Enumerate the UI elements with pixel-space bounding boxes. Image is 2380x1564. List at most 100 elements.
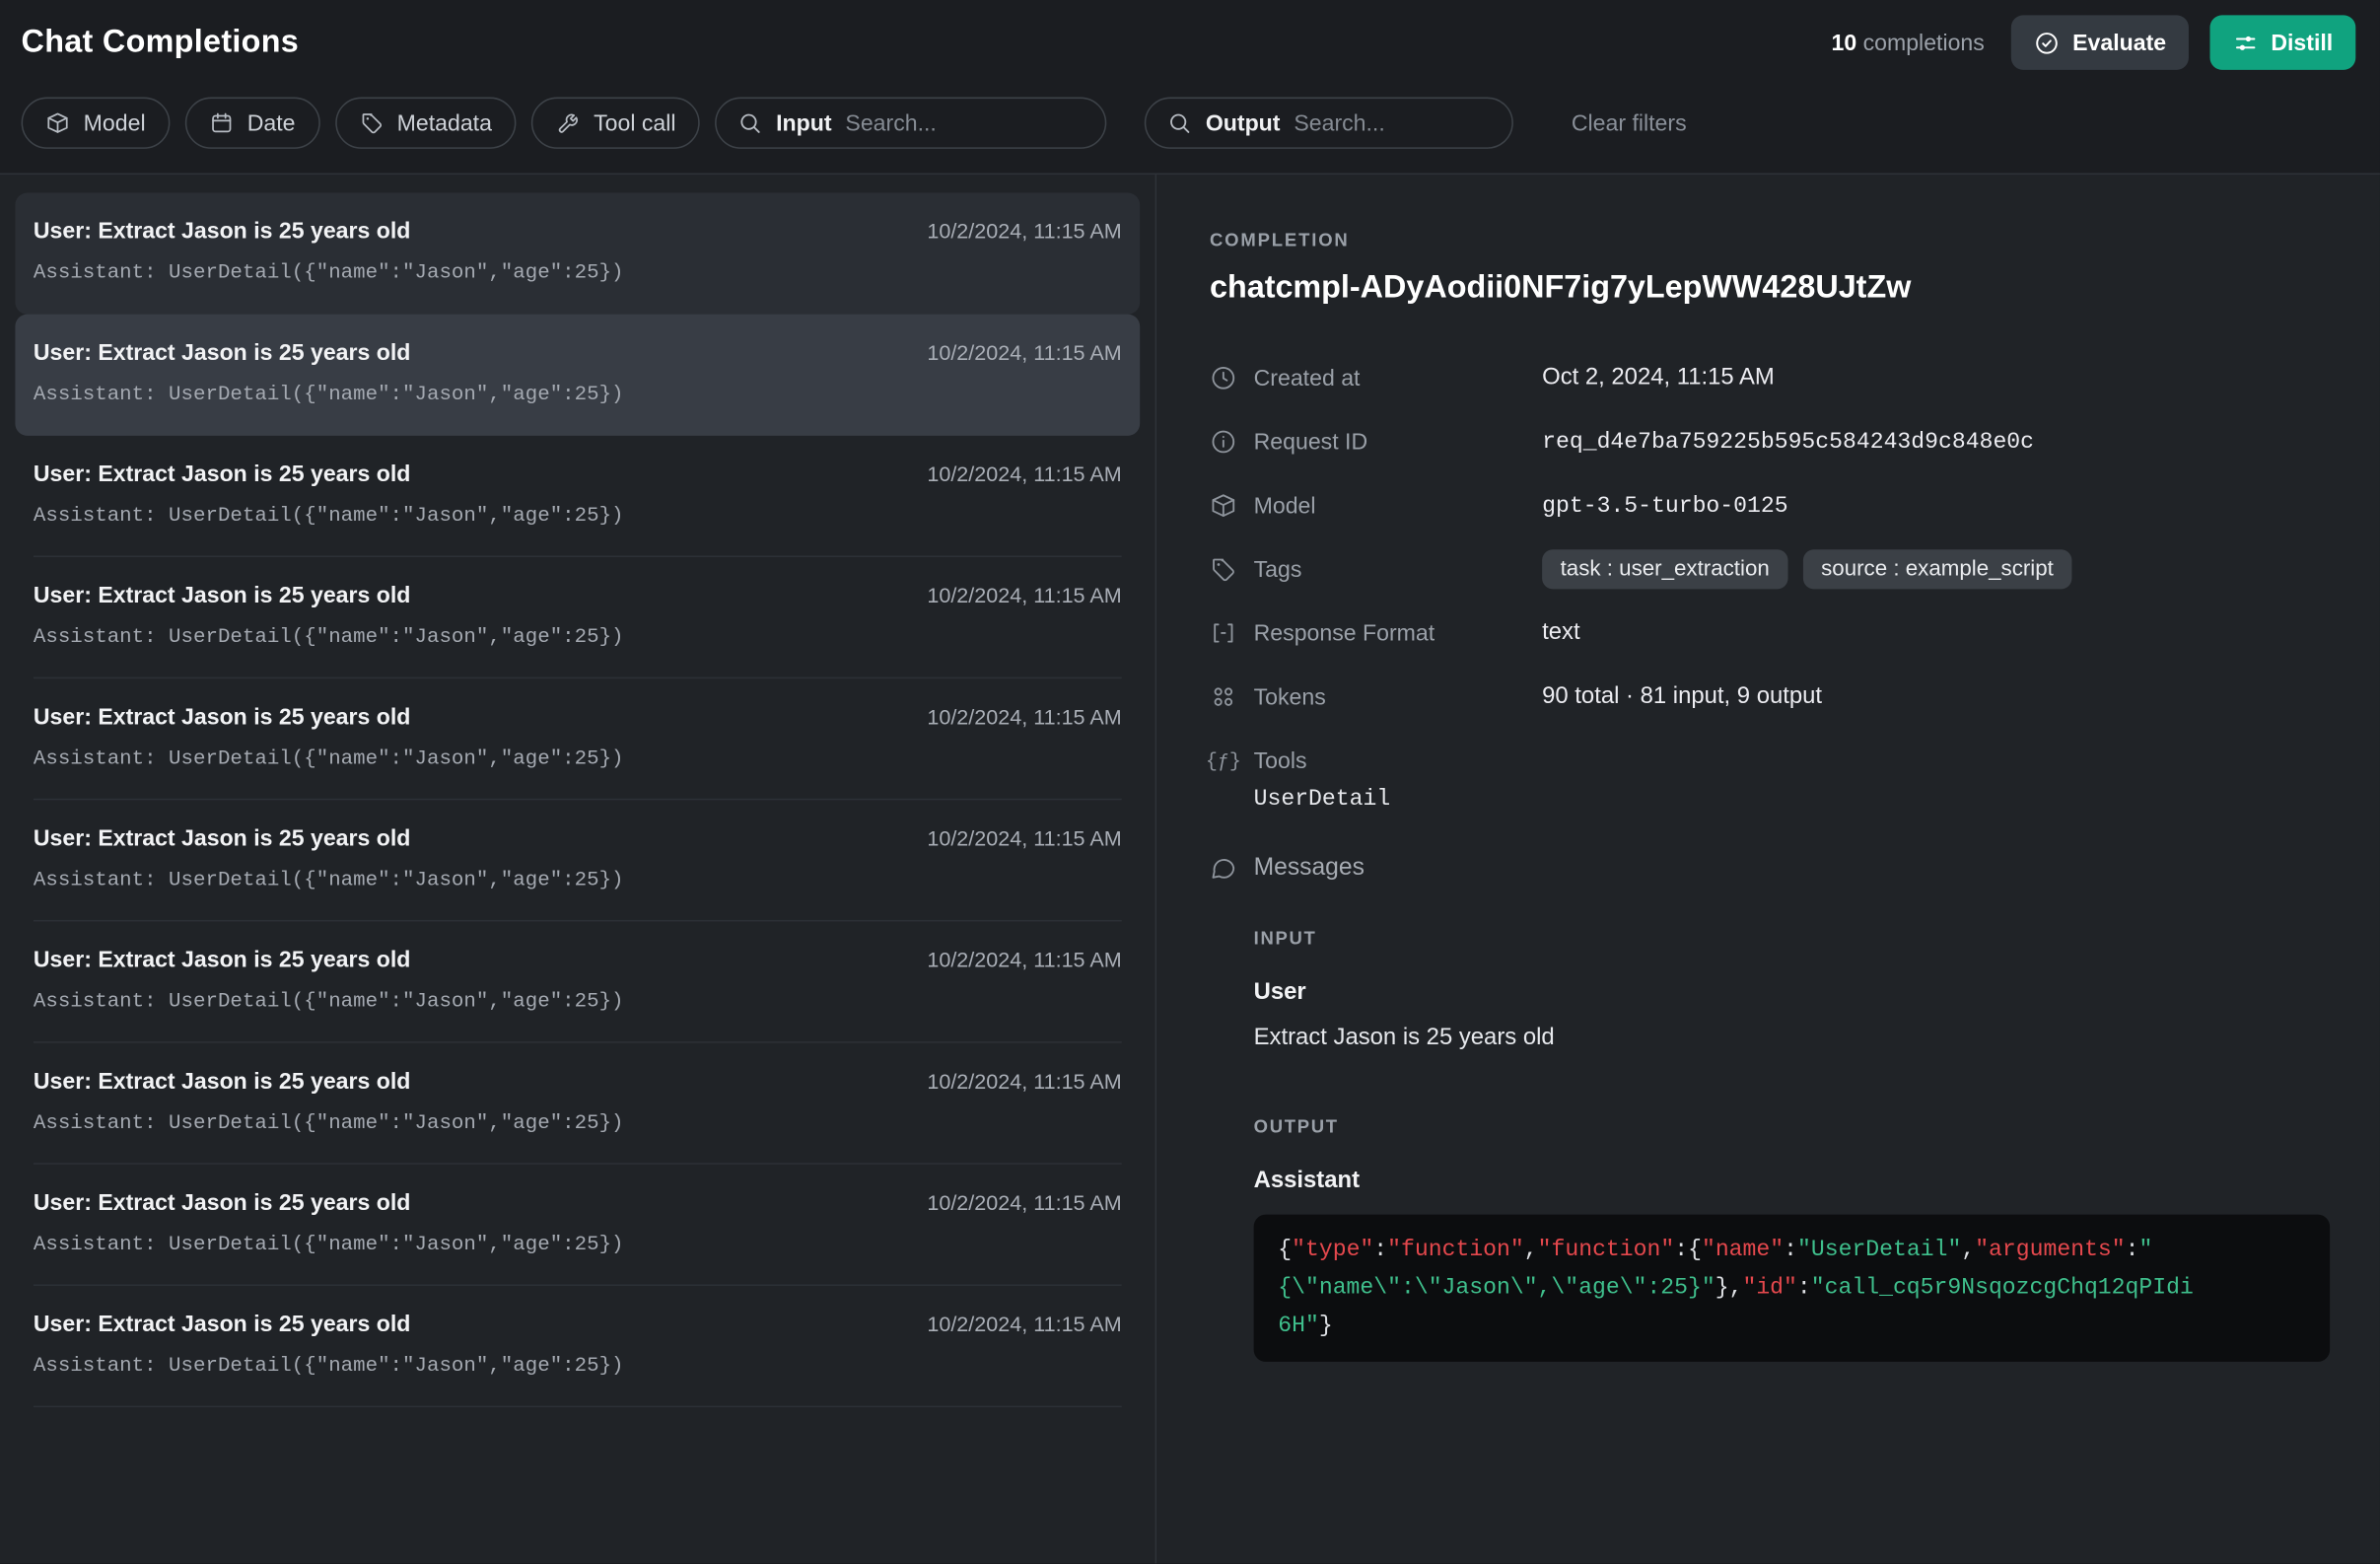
tools-label: Tools: [1254, 747, 1543, 773]
list-item-user: User: Extract Jason is 25 years old: [34, 1066, 411, 1100]
list-item[interactable]: User: Extract Jason is 25 years old 10/2…: [15, 1043, 1140, 1165]
info-circle-icon: [1210, 428, 1237, 456]
search-icon: [738, 110, 763, 135]
list-item[interactable]: User: Extract Jason is 25 years old 10/2…: [15, 1286, 1140, 1407]
distill-button-label: Distill: [2271, 30, 2333, 55]
output-section-label: OUTPUT: [1254, 1116, 2335, 1138]
input-search-field[interactable]: [845, 110, 1084, 136]
output-search[interactable]: Output: [1145, 98, 1513, 149]
list-item[interactable]: User: Extract Jason is 25 years old 10/2…: [15, 436, 1140, 557]
list-item-content: User: Extract Jason is 25 years old 10/2…: [34, 1066, 1122, 1165]
braces-function-icon: {ƒ}: [1210, 749, 1237, 772]
list-item-user: User: Extract Jason is 25 years old: [34, 216, 411, 249]
response-format-field: Response Format text: [1210, 613, 2335, 653]
distill-button[interactable]: Distill: [2210, 15, 2356, 69]
input-search[interactable]: Input: [716, 98, 1107, 149]
input-section-label: INPUT: [1254, 928, 2335, 950]
model-field: Model gpt-3.5-turbo-0125: [1210, 486, 2335, 526]
output-search-label: Output: [1206, 110, 1281, 136]
list-item-timestamp: 10/2/2024, 11:15 AM: [927, 1312, 1121, 1336]
code-line: {\"name\":\"Jason\",\"age\":25}"},"id":"…: [1278, 1269, 2305, 1307]
code-line: {"type":"function","function":{"name":"U…: [1278, 1232, 2305, 1269]
tools-value: UserDetail: [1254, 786, 2335, 812]
tag-icon: [359, 110, 384, 135]
header-actions: 10 completions Evaluate Distill: [1831, 15, 2355, 69]
clear-filters-button[interactable]: Clear filters: [1572, 110, 1687, 136]
request-id-field: Request ID req_d4e7ba759225b595c584243d9…: [1210, 422, 2335, 462]
chat-bubble-icon: [1210, 855, 1237, 883]
list-item[interactable]: User: Extract Jason is 25 years old 10/2…: [15, 193, 1140, 315]
list-item-assistant: Assistant: UserDetail({"name":"Jason","a…: [34, 990, 1122, 1018]
metadata-filter-button[interactable]: Metadata: [335, 98, 517, 149]
list-item[interactable]: User: Extract Jason is 25 years old 10/2…: [15, 800, 1140, 921]
tag-chip: task : user_extraction: [1542, 549, 1787, 589]
list-item-timestamp: 10/2/2024, 11:15 AM: [927, 825, 1121, 850]
list-item-content: User: Extract Jason is 25 years old 10/2…: [34, 701, 1122, 800]
list-item-assistant: Assistant: UserDetail({"name":"Jason","a…: [34, 746, 1122, 774]
date-filter-button[interactable]: Date: [185, 98, 320, 149]
list-item-content: User: Extract Jason is 25 years old 10/2…: [34, 459, 1122, 557]
messages-block: INPUT User Extract Jason is 25 years old…: [1254, 928, 2335, 1362]
tools-field: {ƒ} Tools: [1210, 741, 2335, 780]
completion-fields: Created at Oct 2, 2024, 11:15 AM Request…: [1210, 358, 2335, 812]
brackets-icon: [1210, 619, 1237, 647]
list-item-assistant: Assistant: UserDetail({"name":"Jason","a…: [34, 625, 1122, 653]
evaluate-button-label: Evaluate: [2072, 30, 2166, 55]
created-at-value: Oct 2, 2024, 11:15 AM: [1542, 364, 1775, 391]
completion-detail: COMPLETION chatcmpl-ADyAodii0NF7ig7yLepW…: [1156, 175, 2380, 1564]
output-role: Assistant: [1254, 1168, 2335, 1195]
tool-call-filter-button[interactable]: Tool call: [531, 98, 700, 149]
completion-section-label: COMPLETION: [1210, 229, 2335, 250]
request-id-value: req_d4e7ba759225b595c584243d9c848e0c: [1542, 429, 2034, 455]
input-message-text: Extract Jason is 25 years old: [1254, 1025, 2335, 1052]
list-item[interactable]: User: Extract Jason is 25 years old 10/2…: [15, 1165, 1140, 1286]
dots-grid-icon: [1210, 683, 1237, 711]
model-filter-button[interactable]: Model: [22, 98, 171, 149]
tokens-value: 90 total · 81 input, 9 output: [1542, 683, 1822, 711]
cube-icon: [45, 110, 70, 135]
list-item-content: User: Extract Jason is 25 years old 10/2…: [34, 216, 1122, 315]
completions-list: User: Extract Jason is 25 years old 10/2…: [0, 175, 1156, 1564]
list-item[interactable]: User: Extract Jason is 25 years old 10/2…: [15, 315, 1140, 436]
search-icon: [1167, 110, 1192, 135]
header: Chat Completions 10 completions Evaluate…: [0, 0, 2380, 85]
page-title: Chat Completions: [22, 25, 300, 61]
tokens-field: Tokens 90 total · 81 input, 9 output: [1210, 677, 2335, 717]
cube-icon: [1210, 492, 1237, 520]
tokens-label: Tokens: [1254, 684, 1543, 710]
created-at-label: Created at: [1254, 365, 1543, 391]
list-item-timestamp: 10/2/2024, 11:15 AM: [927, 219, 1121, 244]
list-item-timestamp: 10/2/2024, 11:15 AM: [927, 1190, 1121, 1215]
output-search-field[interactable]: [1294, 110, 1491, 136]
input-role: User: [1254, 979, 2335, 1007]
tag-chip: source : example_script: [1803, 549, 2072, 589]
list-item-timestamp: 10/2/2024, 11:15 AM: [927, 948, 1121, 972]
filter-bar: Model Date Metadata Tool call Input: [0, 85, 2380, 173]
assistant-code-block: {"type":"function","function":{"name":"U…: [1254, 1215, 2331, 1362]
code-line: 6H"}: [1278, 1308, 2305, 1345]
list-item-content: User: Extract Jason is 25 years old 10/2…: [34, 580, 1122, 678]
list-item-user: User: Extract Jason is 25 years old: [34, 1187, 411, 1221]
tags-value: task : user_extraction source : example_s…: [1542, 549, 2071, 589]
list-item-timestamp: 10/2/2024, 11:15 AM: [927, 340, 1121, 365]
messages-header: Messages: [1210, 855, 2335, 883]
list-item-assistant: Assistant: UserDetail({"name":"Jason","a…: [34, 504, 1122, 532]
evaluate-button[interactable]: Evaluate: [2012, 15, 2190, 69]
tag-icon: [1210, 555, 1237, 583]
tags-label: Tags: [1254, 556, 1543, 582]
request-id-label: Request ID: [1254, 429, 1543, 455]
wrench-icon: [556, 110, 581, 135]
list-item-timestamp: 10/2/2024, 11:15 AM: [927, 704, 1121, 729]
calendar-icon: [209, 110, 234, 135]
list-item-assistant: Assistant: UserDetail({"name":"Jason","a…: [34, 1111, 1122, 1139]
list-item[interactable]: User: Extract Jason is 25 years old 10/2…: [15, 921, 1140, 1042]
metadata-filter-label: Metadata: [397, 110, 492, 136]
list-item[interactable]: User: Extract Jason is 25 years old 10/2…: [15, 557, 1140, 678]
list-item-assistant: Assistant: UserDetail({"name":"Jason","a…: [34, 261, 1122, 289]
response-format-value: text: [1542, 619, 1579, 647]
list-item-assistant: Assistant: UserDetail({"name":"Jason","a…: [34, 1354, 1122, 1382]
tool-call-filter-label: Tool call: [594, 110, 675, 136]
list-item-content: User: Extract Jason is 25 years old 10/2…: [34, 945, 1122, 1043]
list-item[interactable]: User: Extract Jason is 25 years old 10/2…: [15, 678, 1140, 800]
list-item-user: User: Extract Jason is 25 years old: [34, 1309, 411, 1342]
